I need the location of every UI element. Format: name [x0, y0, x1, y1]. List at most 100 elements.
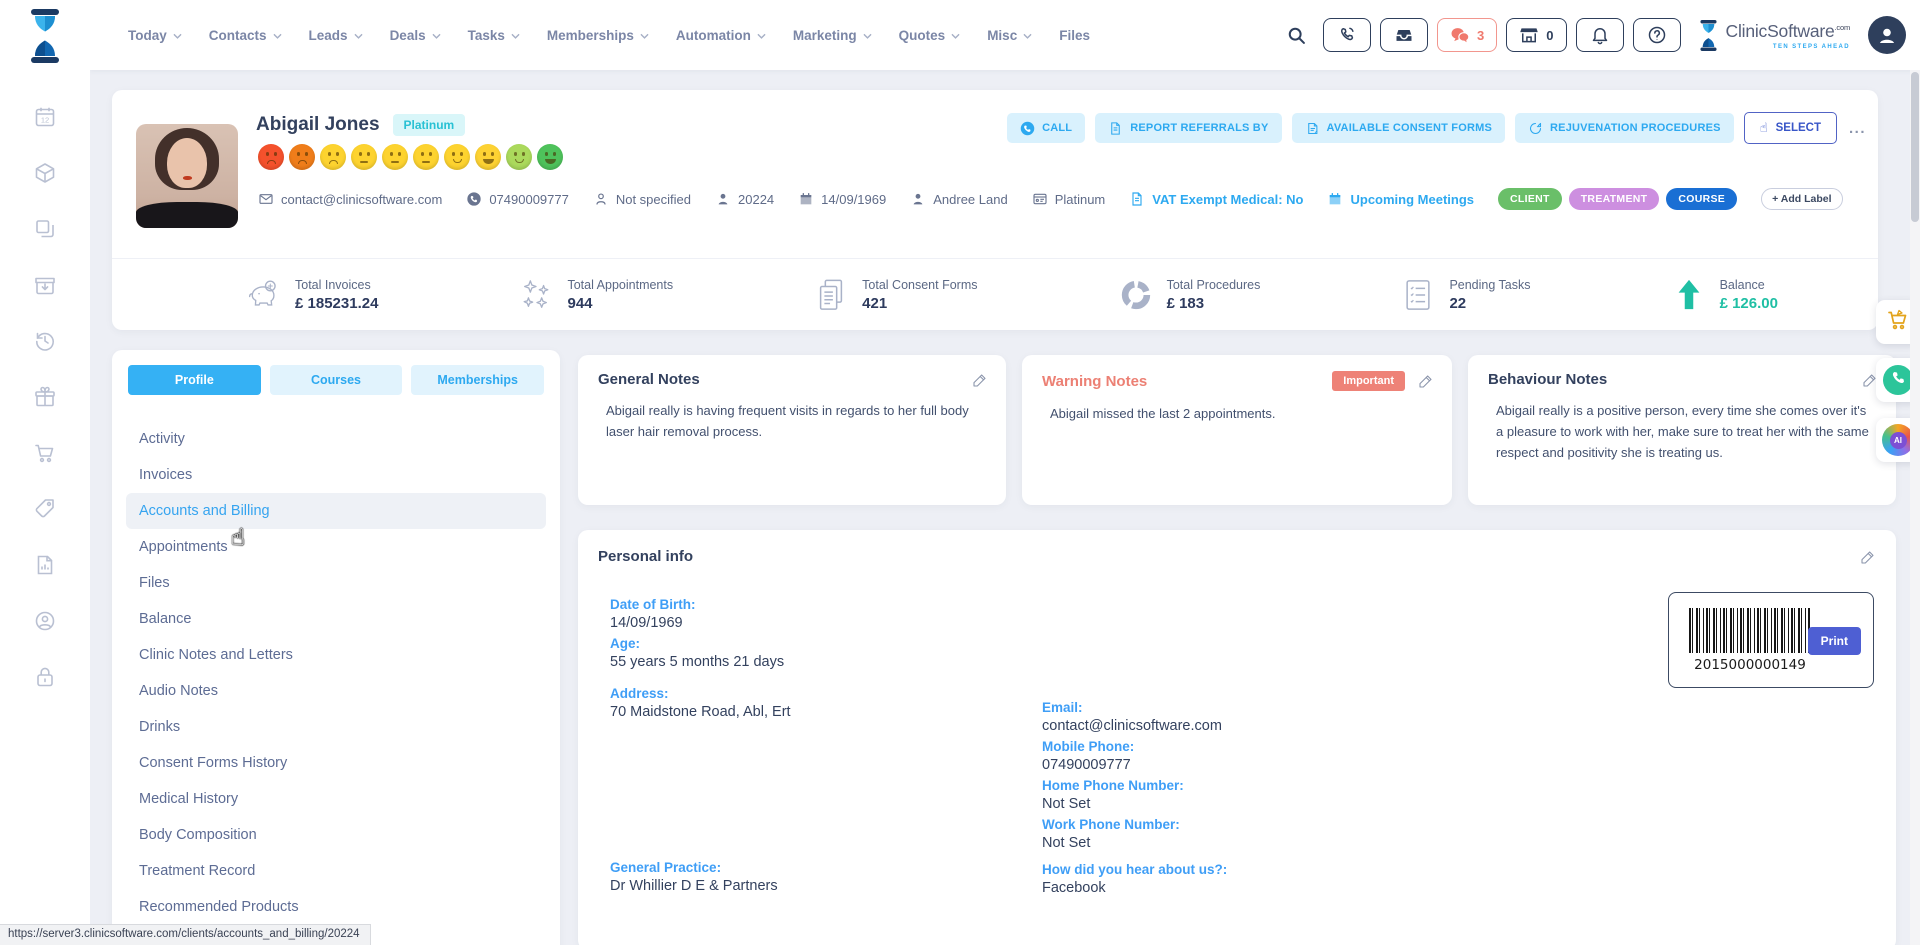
- menu-item-medical-history[interactable]: Medical History: [126, 781, 546, 817]
- personal-info-field-address: Address:70 Maidstone Road, Abl, Ert: [610, 686, 1042, 720]
- emoji-mouth: [453, 159, 462, 163]
- store-button[interactable]: 0: [1506, 18, 1566, 52]
- tab-courses[interactable]: Courses: [270, 365, 403, 395]
- lock-icon[interactable]: [33, 665, 57, 689]
- field-label: Date of Birth:: [610, 597, 1042, 612]
- add-label-button[interactable]: + Add Label: [1761, 188, 1842, 210]
- scrollbar-thumb[interactable]: [1911, 72, 1919, 222]
- report-referrals-button[interactable]: REPORT REFERRALS BY: [1095, 113, 1281, 143]
- duplicates-icon[interactable]: [33, 217, 57, 241]
- shopping-cart-icon[interactable]: [33, 441, 57, 465]
- inbox-button[interactable]: [1380, 18, 1428, 52]
- reports-document-icon[interactable]: [33, 553, 57, 577]
- field-value: contact@clinicsoftware.com: [1042, 718, 1864, 734]
- clinicsoftware-brand[interactable]: ClinicSoftware.com TEN STEPS AHEAD: [1697, 20, 1851, 51]
- chat-icon: [1450, 25, 1470, 45]
- mood-emoji-5[interactable]: [382, 144, 408, 170]
- menu-item-consent-forms-history[interactable]: Consent Forms History: [126, 745, 546, 781]
- call-button[interactable]: CALL: [1007, 113, 1085, 143]
- emoji-eyes: [266, 152, 277, 156]
- menu-item-activity[interactable]: Activity: [126, 421, 546, 457]
- nav-item-quotes[interactable]: Quotes: [899, 28, 961, 43]
- help-button[interactable]: [1633, 18, 1681, 52]
- menu-item-treatment-record[interactable]: Treatment Record: [126, 853, 546, 889]
- warning-notes-card: Warning Notes Important Abigail missed t…: [1022, 355, 1452, 505]
- mood-emoji-8[interactable]: [475, 144, 501, 170]
- tab-memberships[interactable]: Memberships: [411, 365, 544, 395]
- user-session-icon[interactable]: [33, 609, 57, 633]
- chevron-down-icon: [1023, 33, 1032, 40]
- nav-item-leads[interactable]: Leads: [309, 28, 363, 43]
- menu-item-clinic-notes-and-letters[interactable]: Clinic Notes and Letters: [126, 637, 546, 673]
- stat-label: Total Appointments: [567, 278, 673, 292]
- rejuvenation-procedures-button[interactable]: REJUVENATION PROCEDURES: [1515, 113, 1734, 143]
- field-value: Not Set: [1042, 835, 1864, 851]
- mood-emoji-3[interactable]: [320, 144, 346, 170]
- vat-exempt-link[interactable]: VAT Exempt Medical: No: [1129, 191, 1303, 207]
- menu-item-recommended-products[interactable]: Recommended Products: [126, 889, 546, 925]
- client-email[interactable]: contact@clinicsoftware.com: [258, 191, 442, 207]
- mood-emoji-7[interactable]: [444, 144, 470, 170]
- behaviour-notes-title: Behaviour Notes: [1488, 371, 1607, 388]
- personal-info-field-date-of-birth: Date of Birth:14/09/1969: [610, 597, 1042, 631]
- gift-cards-icon[interactable]: [33, 385, 57, 409]
- print-barcode-button[interactable]: Print: [1808, 627, 1861, 655]
- consent-forms-button[interactable]: AVAILABLE CONSENT FORMS: [1292, 113, 1506, 143]
- upcoming-meetings-link[interactable]: Upcoming Meetings: [1327, 191, 1474, 207]
- calendar-date-icon[interactable]: 12: [33, 105, 57, 129]
- menu-item-audio-notes[interactable]: Audio Notes: [126, 673, 546, 709]
- clinicsoftware-logo-icon[interactable]: [24, 9, 66, 63]
- menu-item-invoices[interactable]: Invoices: [126, 457, 546, 493]
- general-notes-card: General Notes Abigail really is having f…: [578, 355, 1006, 505]
- edit-pencil-icon[interactable]: [972, 372, 988, 388]
- nav-item-files[interactable]: Files: [1059, 28, 1090, 43]
- nav-item-memberships[interactable]: Memberships: [547, 28, 649, 43]
- tab-profile[interactable]: Profile: [128, 365, 261, 395]
- mood-emoji-2[interactable]: [289, 144, 315, 170]
- report-icon: [1108, 121, 1123, 136]
- emoji-eyes: [483, 152, 494, 156]
- nav-item-tasks[interactable]: Tasks: [468, 28, 520, 43]
- client-id-text: 20224: [738, 192, 774, 207]
- nav-item-deals[interactable]: Deals: [390, 28, 441, 43]
- menu-item-accounts-and-billing[interactable]: Accounts and Billing: [126, 493, 546, 529]
- more-options-button[interactable]: ...: [1849, 120, 1866, 137]
- mood-emoji-1[interactable]: [258, 144, 284, 170]
- stat-label: Total Invoices: [295, 278, 378, 292]
- menu-item-files[interactable]: Files: [126, 565, 546, 601]
- client-name: Abigail Jones: [256, 114, 380, 136]
- nav-item-misc[interactable]: Misc: [987, 28, 1032, 43]
- menu-item-balance[interactable]: Balance: [126, 601, 546, 637]
- select-button[interactable]: ☝SELECT: [1744, 112, 1837, 144]
- menu-item-drinks[interactable]: Drinks: [126, 709, 546, 745]
- menu-item-appointments[interactable]: Appointments: [126, 529, 546, 565]
- client-photo[interactable]: [136, 124, 238, 228]
- client-labels: CLIENTTREATMENTCOURSE: [1498, 188, 1737, 210]
- phone-call-button[interactable]: [1323, 18, 1371, 52]
- stat-value: 944: [567, 295, 673, 312]
- edit-pencil-icon[interactable]: [1860, 549, 1876, 565]
- mood-emoji-4[interactable]: [351, 144, 377, 170]
- user-avatar[interactable]: [1868, 16, 1906, 54]
- nav-item-marketing[interactable]: Marketing: [793, 28, 872, 43]
- nav-item-today[interactable]: Today: [128, 28, 182, 43]
- products-cube-icon[interactable]: [33, 161, 57, 185]
- edit-pencil-icon[interactable]: [1418, 373, 1434, 389]
- behaviour-notes-card: Behaviour Notes Abigail really is a posi…: [1468, 355, 1896, 505]
- nav-item-automation[interactable]: Automation: [676, 28, 766, 43]
- price-tag-icon[interactable]: [33, 497, 57, 521]
- mood-emoji-6[interactable]: [413, 144, 439, 170]
- archive-download-icon[interactable]: [33, 273, 57, 297]
- notifications-button[interactable]: [1576, 18, 1624, 52]
- nav-item-contacts[interactable]: Contacts: [209, 28, 282, 43]
- menu-item-body-composition[interactable]: Body Composition: [126, 817, 546, 853]
- mood-emoji-9[interactable]: [506, 144, 532, 170]
- emoji-mouth: [298, 160, 307, 164]
- mood-emoji-10[interactable]: [537, 144, 563, 170]
- client-phone[interactable]: 07490009777: [466, 191, 569, 207]
- history-icon[interactable]: [33, 329, 57, 353]
- chat-button[interactable]: 3: [1437, 18, 1497, 52]
- piggy-bank-icon: [246, 278, 282, 312]
- search-icon[interactable]: [1286, 25, 1307, 46]
- nav-item-label: Automation: [676, 28, 751, 43]
